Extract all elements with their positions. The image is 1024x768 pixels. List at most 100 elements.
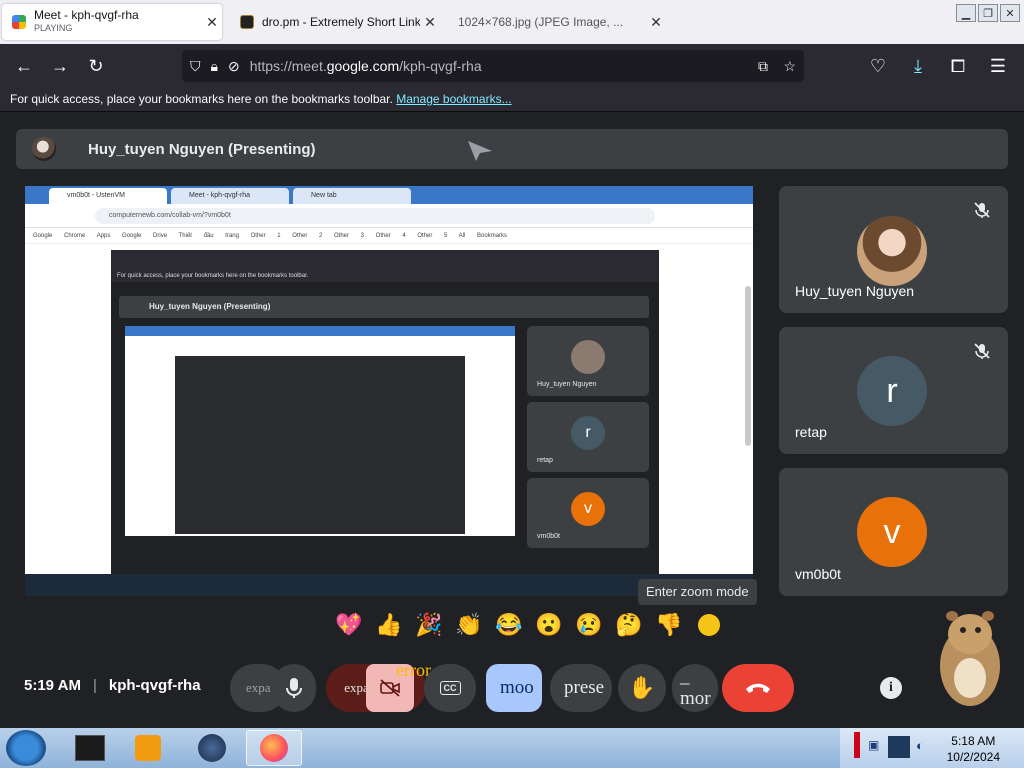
reaction-laugh-button[interactable]: 😂 [494, 610, 524, 640]
clock-date: 10/2/2024 [946, 750, 1000, 764]
captions-button[interactable]: CC [424, 664, 476, 712]
shared-tab: vm0b0t - UstenVM [49, 188, 167, 204]
mic-off-icon [974, 343, 990, 359]
participant-name: vm0b0t [795, 566, 841, 582]
meeting-time: 5:19 AM [24, 677, 81, 694]
tab-dro-pm[interactable]: dro.pm - Extremely Short Links ✕ [230, 4, 440, 40]
nested-tabs [125, 326, 515, 336]
skin-tone-button[interactable] [698, 614, 720, 636]
dro-favicon-icon [240, 15, 254, 29]
pocket-icon[interactable]: ♡ [860, 50, 896, 82]
manage-bookmarks-link[interactable]: Manage bookmarks... [396, 92, 511, 106]
reaction-surprised-button[interactable]: 😮 [534, 610, 564, 640]
app-globe-icon[interactable] [184, 730, 240, 766]
shield-icon[interactable]: ⛉ [190, 58, 201, 75]
menu-icon[interactable]: ☰ [980, 50, 1016, 82]
forward-arrow-icon[interactable]: → [42, 50, 78, 82]
leave-call-button[interactable] [722, 664, 794, 712]
tab-title: Meet - kph-qvgf-rha [34, 9, 139, 22]
present-button[interactable]: prese [550, 664, 612, 712]
nested-navbar [111, 250, 659, 270]
reaction-thumbs-down-button[interactable]: 👎 [654, 610, 684, 640]
microphone-icon [286, 678, 302, 698]
nested-tile-name: retap [537, 457, 553, 464]
tab-meet[interactable]: Meet - kph-qvgf-rha PLAYING ✕ [2, 4, 222, 40]
participant-name: retap [795, 424, 827, 440]
close-tab-icon[interactable]: ✕ [202, 14, 222, 31]
reactions-button[interactable]: moo [486, 664, 542, 712]
nested-presenter-bar: Huy_tuyen Nguyen (Presenting) [119, 296, 649, 318]
zoom-tooltip: Enter zoom mode [638, 579, 757, 605]
avatar: v [571, 492, 605, 526]
presenter-avatar [32, 137, 56, 161]
close-tab-icon[interactable]: ✕ [420, 14, 440, 31]
raise-hand-button[interactable]: ✋ [618, 664, 666, 712]
volume-icon[interactable]: ◐ [916, 738, 924, 753]
reaction-thinking-button[interactable]: 🤔 [614, 610, 644, 640]
shared-screen[interactable]: vm0b0t - UstenVM Meet - kph-qvgf-rha New… [25, 186, 753, 596]
firefox-icon[interactable] [246, 730, 302, 766]
shared-bookmarks: Google Chrome Apps Google Drive Thiết đầ… [25, 228, 753, 244]
tab-title: dro.pm - Extremely Short Links [262, 15, 420, 29]
bookmarks-toolbar: For quick access, place your bookmarks h… [0, 88, 1024, 112]
tab-title: 1024×768.jpg (JPEG Image, ... [458, 15, 624, 29]
hamster-sticker [940, 611, 1000, 706]
reload-icon[interactable]: ↻ [78, 50, 114, 82]
clock-time: 5:18 AM [951, 734, 996, 748]
extensions-icon[interactable]: ⧠ [940, 50, 976, 82]
tab-jpeg-image[interactable]: 1024×768.jpg (JPEG Image, ... ✕ [446, 4, 666, 40]
info-icon[interactable]: i [880, 677, 902, 699]
lock-icon[interactable]: 🔒︎ [211, 58, 218, 75]
taskbar-clock[interactable]: 5:18 AM 10/2/2024 [947, 733, 1000, 765]
camera-off-icon [380, 679, 400, 697]
windows-taskbar: ▣ ◐ 5:18 AM 10/2/2024 [0, 728, 1024, 768]
browser-tab-bar: Meet - kph-qvgf-rha PLAYING ✕ dro.pm - E… [0, 0, 1024, 44]
cursor-arrow-icon [468, 141, 492, 161]
meet-favicon-icon [12, 15, 26, 29]
presenter-bar: Huy_tuyen Nguyen (Presenting) [16, 129, 1008, 169]
navigation-bar: ← → ↻ ⛉ 🔒︎ ⊘ https://meet.google.com/kph… [0, 44, 1024, 88]
more-options-button[interactable]: _ mor [672, 664, 718, 712]
url-text[interactable]: https://meet.google.com/kph-qvgf-rha [250, 58, 482, 74]
microphone-button[interactable] [272, 664, 316, 712]
scrollbar[interactable] [745, 286, 751, 446]
participant-tile-vm0b0t[interactable]: v vm0b0t [779, 468, 1008, 596]
picture-in-picture-icon[interactable]: ⧉ [758, 58, 768, 75]
shared-url: computernewb.com/collab-vm/?vm0b0t [95, 208, 655, 224]
media-player-icon[interactable] [120, 730, 176, 766]
tray-app-icon[interactable] [888, 736, 910, 758]
system-tray: ▣ ◐ 5:18 AM 10/2/2024 [840, 728, 1024, 768]
network-icon[interactable]: ▣ [868, 738, 879, 752]
shared-address-bar: computernewb.com/collab-vm/?vm0b0t [25, 204, 753, 228]
bookmark-star-icon[interactable]: ☆ [783, 58, 796, 75]
tab-playing-label: PLAYING [34, 23, 73, 33]
hand-icon: ✋ [628, 675, 656, 701]
reaction-clap-button[interactable]: 👏 [454, 610, 484, 640]
close-tab-icon[interactable]: ✕ [646, 14, 666, 31]
nested-shared-screen [125, 326, 515, 536]
start-button[interactable] [6, 730, 46, 766]
meeting-info: 5:19 AM | kph-qvgf-rha [24, 677, 201, 694]
reaction-heart-button[interactable]: 💖 [334, 610, 364, 640]
address-bar[interactable]: ⛉ 🔒︎ ⊘ https://meet.google.com/kph-qvgf-… [182, 50, 804, 82]
close-window-icon[interactable]: ✕ [1000, 4, 1020, 22]
nested-tile: v vm0b0t [527, 478, 649, 548]
reaction-sad-button[interactable]: 😢 [574, 610, 604, 640]
back-arrow-icon[interactable]: ← [6, 50, 42, 82]
restore-icon[interactable]: ❐ [978, 4, 998, 22]
downloads-icon[interactable]: ⤓ [900, 50, 936, 82]
shared-browser-tabs: vm0b0t - UstenVM Meet - kph-qvgf-rha New… [25, 186, 753, 204]
avatar: r [857, 356, 927, 426]
shared-tab: Meet - kph-qvgf-rha [171, 188, 289, 204]
reaction-thumbs-up-button[interactable]: 👍 [374, 610, 404, 640]
reaction-party-button[interactable]: 🎉 [414, 610, 444, 640]
nested-tile-name: Huy_tuyen Nguyen [537, 381, 597, 388]
minimize-icon[interactable]: ▁ [956, 4, 976, 22]
permissions-icon[interactable]: ⊘ [228, 58, 240, 75]
participant-tile-huy[interactable]: Huy_tuyen Nguyen [779, 186, 1008, 313]
participant-tile-retap[interactable]: r retap [779, 327, 1008, 454]
shared-tab: New tab [293, 188, 411, 204]
taskbar-app-icon[interactable] [62, 730, 118, 766]
nested-bookmarks: For quick access, place your bookmarks h… [111, 270, 659, 282]
presenter-label: Huy_tuyen Nguyen (Presenting) [88, 140, 316, 158]
